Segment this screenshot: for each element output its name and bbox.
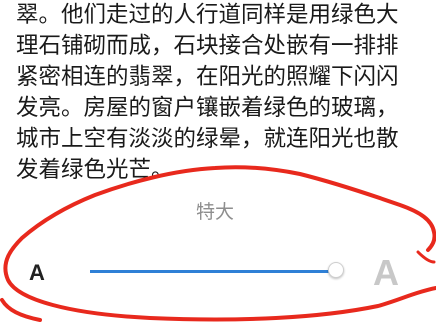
text-line: 紧密相连的翡翠，在阳光的照耀下闪闪	[16, 64, 399, 90]
small-font-icon[interactable]: A	[29, 260, 45, 286]
reading-text: 翠。他们走过的人行道同样是用绿色大 理石铺砌而成，石块接合处嵌有一排排 紧密相连…	[16, 0, 428, 186]
text-line: 翠。他们走过的人行道同样是用绿色大	[16, 2, 399, 28]
font-size-label: 特大	[195, 201, 234, 223]
font-size-slider[interactable]	[90, 270, 336, 273]
text-line: 发着绿色光芒。	[16, 157, 174, 183]
slider-fill	[90, 270, 336, 273]
large-font-icon[interactable]: A	[373, 252, 399, 294]
slider-thumb[interactable]	[328, 262, 344, 278]
text-line: 理石铺砌而成，石块接合处嵌有一排排	[16, 33, 399, 59]
text-line: 发亮。房屋的窗户镶嵌着绿色的玻璃，	[16, 95, 399, 121]
text-line: 城市上空有淡淡的绿晕，就连阳光也散	[16, 126, 399, 152]
